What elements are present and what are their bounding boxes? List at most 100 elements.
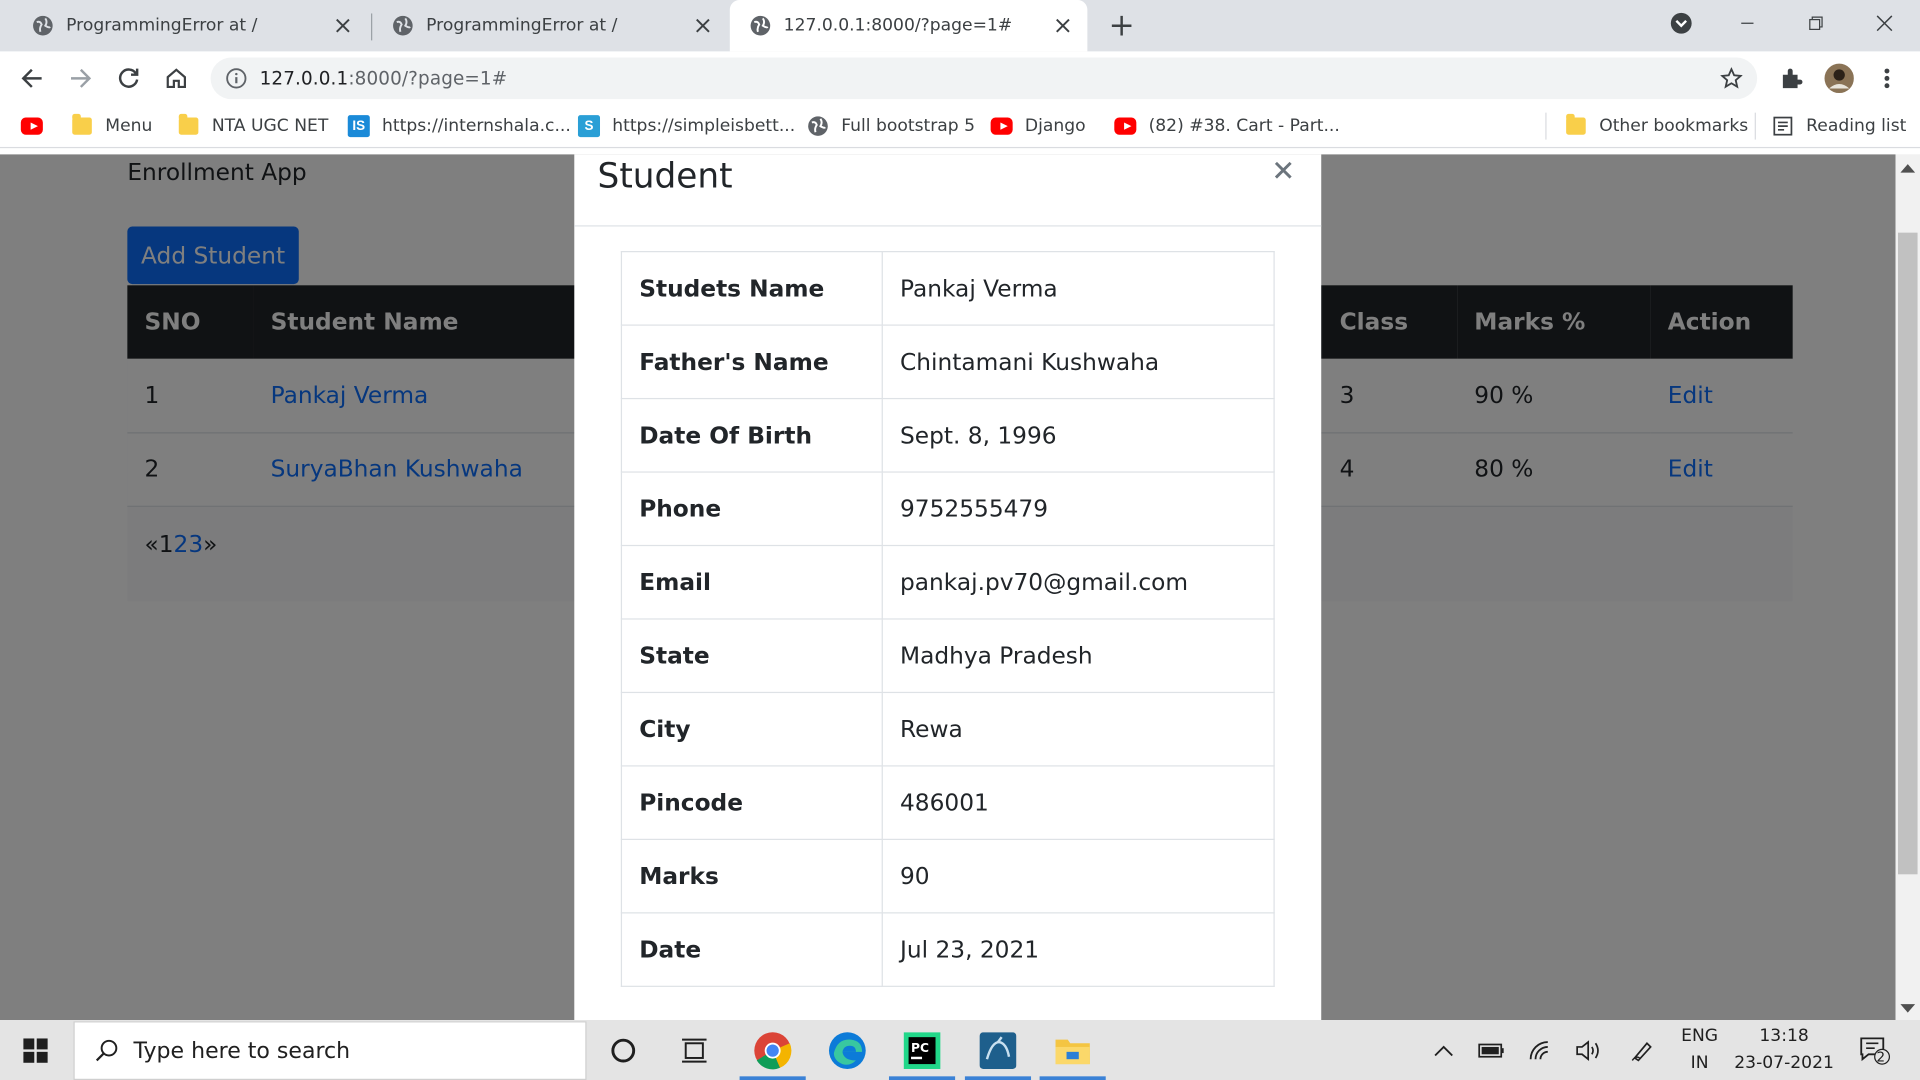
restore-icon[interactable] (1788, 0, 1844, 47)
back-icon[interactable] (17, 64, 46, 93)
bookmarks-divider (1754, 112, 1756, 140)
input-language[interactable]: ENG (1675, 1026, 1724, 1046)
edge-taskbar-icon[interactable] (812, 1020, 883, 1080)
forward-icon[interactable] (66, 64, 95, 93)
other-bookmarks[interactable]: Other bookmarks (1565, 113, 1748, 140)
pycharm-taskbar-icon[interactable]: PC (887, 1020, 958, 1080)
detail-value: Jul 23, 2021 (881, 912, 1275, 987)
detail-row-pincode: Pincode 486001 (620, 765, 1275, 841)
search-icon (95, 1039, 118, 1062)
bookmark-internshala[interactable]: IS https://internshala.c... (347, 113, 571, 140)
detail-value: pankaj.pv70@gmail.com (881, 544, 1275, 620)
youtube-icon (1114, 116, 1137, 136)
bookmark-django[interactable]: Django (990, 113, 1086, 140)
browser-toolbar: 127.0.0.1:8000/?page=1# (0, 51, 1920, 106)
home-icon[interactable] (162, 64, 191, 93)
windows-start-icon[interactable] (0, 1020, 71, 1080)
file-explorer-taskbar-icon[interactable] (1037, 1020, 1108, 1080)
globe-icon (750, 15, 771, 36)
show-hidden-icons-icon[interactable] (1430, 1037, 1457, 1064)
tab-close-icon[interactable] (693, 16, 713, 36)
browser-tab-1[interactable]: ProgrammingError at / (0, 0, 367, 51)
detail-value: Rewa (881, 691, 1275, 767)
notification-count: 2 (1876, 1049, 1886, 1066)
clock-date[interactable]: 23-07-2021 (1729, 1053, 1839, 1073)
modal-header: Student (574, 154, 1322, 227)
bookmark-cart-video[interactable]: (82) #38. Cart - Part... (1114, 113, 1340, 140)
bookmark-star-icon[interactable] (1720, 67, 1743, 89)
detail-label: Phone (620, 471, 883, 547)
clock-time[interactable]: 13:18 (1729, 1026, 1839, 1046)
profile-avatar[interactable] (1824, 63, 1854, 94)
new-tab-icon[interactable] (1108, 12, 1135, 39)
pen-workspace-icon[interactable] (1629, 1037, 1656, 1064)
globe-icon (33, 15, 53, 36)
extensions-icon[interactable] (1777, 64, 1806, 93)
input-region[interactable]: IN (1675, 1053, 1724, 1073)
tab-strip: ProgrammingError at / ProgrammingError a… (0, 0, 1920, 52)
detail-row-city: City Rewa (620, 691, 1275, 767)
close-window-icon[interactable] (1856, 0, 1912, 47)
reading-list-icon (1772, 116, 1794, 136)
address-url: 127.0.0.1:8000/?page=1# (259, 67, 508, 90)
detail-label: Father's Name (620, 324, 883, 400)
detail-row-phone: Phone 9752555479 (620, 471, 1275, 547)
reload-icon[interactable] (114, 64, 143, 93)
scroll-down-arrow-icon[interactable] (1900, 1004, 1916, 1013)
minimize-icon[interactable] (1719, 0, 1775, 47)
bookmark-youtube[interactable] (20, 113, 55, 140)
tab-close-icon[interactable] (1053, 16, 1073, 36)
wifi-icon[interactable] (1527, 1037, 1554, 1064)
detail-label: Pincode (620, 765, 883, 841)
detail-row-name: Studets Name Pankaj Verma (620, 251, 1275, 326)
chrome-taskbar-icon[interactable] (737, 1020, 808, 1080)
detail-row-dob: Date Of Birth Sept. 8, 1996 (620, 397, 1275, 473)
detail-label: Studets Name (620, 251, 883, 326)
globe-icon (393, 15, 413, 36)
detail-row-father: Father's Name Chintamani Kushwaha (620, 324, 1275, 400)
bookmark-simpleisbetter[interactable]: Shttps://simpleisbett... (577, 113, 795, 140)
notifications-icon[interactable]: 2 (1856, 1037, 1893, 1066)
cortana-icon[interactable] (588, 1020, 659, 1080)
scroll-up-arrow-icon[interactable] (1900, 164, 1916, 173)
detail-value: Pankaj Verma (881, 251, 1275, 326)
bookmark-bootstrap[interactable]: Full bootstrap 5 (807, 113, 975, 140)
page-viewport: Enrollment App Add Student SNO Student N… (0, 154, 1896, 1021)
detail-label: State (620, 618, 883, 694)
address-bar[interactable]: 127.0.0.1:8000/?page=1# (210, 57, 1758, 100)
tab-search-icon[interactable] (1653, 0, 1709, 47)
mysql-workbench-taskbar-icon[interactable] (962, 1020, 1033, 1080)
detail-value: Chintamani Kushwaha (881, 324, 1275, 400)
detail-label: Marks (620, 838, 883, 914)
detail-value: Sept. 8, 1996 (881, 397, 1275, 473)
bookmark-menu[interactable]: Menu (71, 113, 152, 140)
taskbar-search-input[interactable]: Type here to search (73, 1021, 587, 1080)
scroll-thumb[interactable] (1897, 232, 1918, 875)
tab-title: 127.0.0.1:8000/?page=1# (783, 15, 1013, 36)
site-info-icon[interactable] (225, 67, 247, 89)
folder-icon (1565, 113, 1587, 136)
svg-text:PC: PC (911, 1040, 929, 1054)
browser-menu-icon[interactable] (1872, 64, 1901, 93)
browser-tab-active[interactable]: 127.0.0.1:8000/?page=1# (729, 0, 1088, 52)
browser-tab-2[interactable]: ProgrammingError at / (360, 0, 727, 51)
detail-value: Madhya Pradesh (881, 618, 1275, 694)
youtube-icon (990, 116, 1013, 136)
detail-label: Email (620, 544, 883, 620)
detail-row-email: Email pankaj.pv70@gmail.com (620, 544, 1275, 620)
tab-close-icon[interactable] (333, 16, 353, 36)
page-scrollbar[interactable] (1895, 154, 1920, 1021)
close-icon[interactable] (1272, 159, 1294, 181)
detail-label: Date (620, 912, 883, 987)
bookmark-nta-ugc-net[interactable]: NTA UGC NET (178, 113, 328, 140)
bookmarks-divider (1545, 112, 1547, 140)
s-site-icon: S (577, 115, 601, 138)
detail-label: City (620, 691, 883, 767)
detail-value: 486001 (881, 765, 1275, 841)
reading-list[interactable]: Reading list (1772, 113, 1906, 140)
detail-value: 9752555479 (881, 471, 1275, 547)
volume-icon[interactable] (1575, 1037, 1602, 1064)
student-detail-modal: Student Studets Name Pankaj Verma Father'… (574, 154, 1322, 1021)
task-view-icon[interactable] (660, 1020, 731, 1080)
battery-icon[interactable] (1478, 1037, 1505, 1064)
